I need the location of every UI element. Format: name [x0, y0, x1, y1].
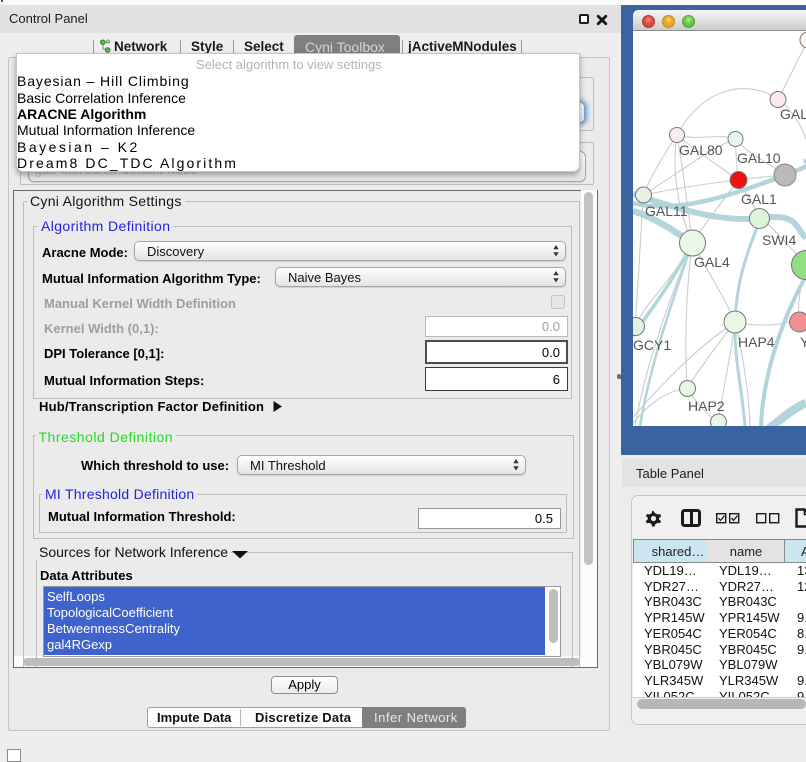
- svg-text:Y: Y: [800, 334, 806, 350]
- svg-text:GAL4: GAL4: [694, 254, 730, 270]
- svg-text:GAL1: GAL1: [741, 191, 777, 207]
- svg-text:HAP4: HAP4: [738, 334, 775, 350]
- svg-text:GCY1: GCY1: [633, 337, 671, 353]
- svg-text:GAL80: GAL80: [679, 142, 723, 158]
- svg-text:GAL11: GAL11: [645, 203, 688, 219]
- svg-text:HAP2: HAP2: [688, 398, 725, 414]
- svg-text:GAL7: GAL7: [780, 106, 806, 122]
- svg-text:GAL10: GAL10: [737, 150, 781, 166]
- svg-text:SWI4: SWI4: [762, 232, 796, 248]
